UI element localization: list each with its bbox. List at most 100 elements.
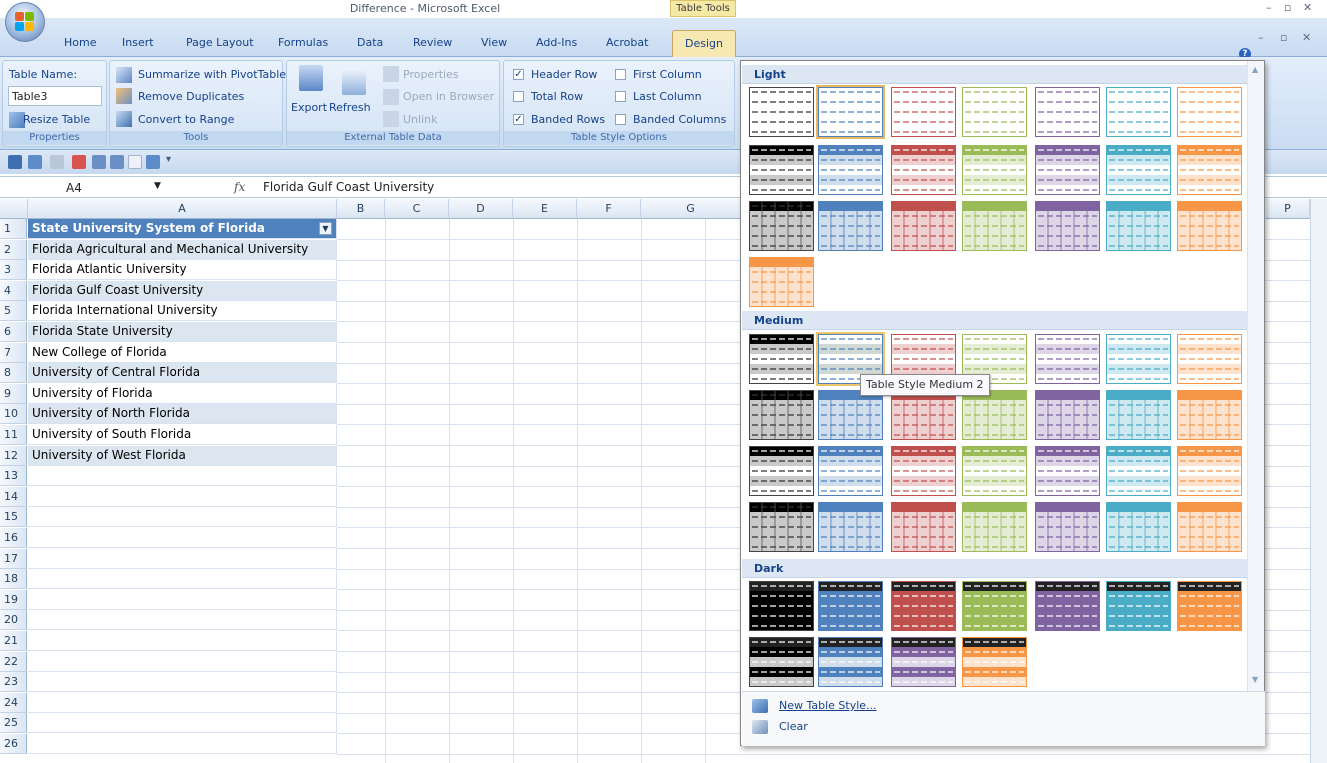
table-style-medium-swatch[interactable] [1106, 446, 1171, 496]
table-style-medium-swatch[interactable] [1035, 334, 1100, 384]
table-style-medium-swatch[interactable] [891, 502, 956, 552]
cell[interactable] [28, 569, 337, 589]
table-style-medium-swatch[interactable] [962, 502, 1027, 552]
insert-function-icon[interactable]: fx [234, 180, 245, 194]
table-style-light-swatch[interactable] [962, 201, 1027, 251]
tab-add-ins[interactable]: Add-Ins [536, 36, 577, 49]
row-header[interactable]: 5 [0, 301, 27, 321]
office-button[interactable] [5, 2, 45, 42]
cell[interactable] [28, 631, 337, 651]
row-header[interactable]: 18 [0, 569, 27, 589]
select-all-corner[interactable] [0, 199, 28, 219]
tab-view[interactable]: View [481, 36, 507, 49]
table-style-medium-swatch[interactable] [818, 446, 883, 496]
cell[interactable] [28, 507, 337, 527]
table-style-light-swatch[interactable] [891, 201, 956, 251]
table-cell[interactable]: Florida Gulf Coast University [28, 281, 337, 301]
table-style-medium-swatch[interactable] [818, 390, 883, 440]
table-style-light-swatch[interactable] [891, 145, 956, 195]
table-style-light-swatch[interactable] [1106, 145, 1171, 195]
tab-acrobat[interactable]: Acrobat [606, 36, 648, 49]
cell[interactable] [28, 713, 337, 733]
tab-insert[interactable]: Insert [122, 36, 154, 49]
redo-icon[interactable] [50, 155, 64, 169]
tab-design[interactable]: Design [672, 30, 736, 57]
table-style-light-swatch[interactable] [816, 85, 885, 139]
row-header[interactable]: 22 [0, 652, 27, 672]
column-header-a[interactable]: A [28, 199, 337, 219]
cell[interactable] [28, 693, 337, 713]
table-cell[interactable]: University of West Florida [28, 446, 337, 466]
refresh-button[interactable]: Refresh [329, 101, 371, 114]
close-icon[interactable]: ✕ [1303, 1, 1312, 14]
filter-dropdown-icon[interactable]: ▼ [319, 222, 332, 235]
table-style-medium-swatch[interactable] [749, 334, 814, 384]
banded-columns-checkbox[interactable] [615, 114, 626, 125]
row-header[interactable]: 4 [0, 281, 27, 301]
row-header[interactable]: 16 [0, 528, 27, 548]
row-header[interactable]: 21 [0, 631, 27, 651]
column-header-b[interactable]: B [337, 199, 385, 219]
total-row-checkbox[interactable] [513, 91, 524, 102]
row-header[interactable]: 3 [0, 260, 27, 280]
table-cell[interactable]: University of Florida [28, 384, 337, 404]
row-header[interactable]: 26 [0, 734, 27, 754]
cell[interactable] [28, 528, 337, 548]
table-style-light-swatch[interactable] [1177, 145, 1242, 195]
table-style-light-swatch[interactable] [749, 201, 814, 251]
table-style-dark-swatch[interactable] [891, 637, 956, 687]
table-style-medium-swatch[interactable] [962, 446, 1027, 496]
table-style-medium-swatch[interactable] [1177, 502, 1242, 552]
external-properties-button[interactable]: Properties [403, 68, 459, 81]
table-style-light-swatch[interactable] [1106, 201, 1171, 251]
table-style-dark-swatch[interactable] [891, 581, 956, 631]
formula-input[interactable]: Florida Gulf Coast University [263, 180, 434, 194]
row-header[interactable]: 11 [0, 425, 27, 445]
tab-home[interactable]: Home [64, 36, 96, 49]
save-icon[interactable] [8, 155, 22, 169]
workbook-minimize-icon[interactable]: – [1258, 31, 1264, 44]
row-header[interactable]: 1 [0, 219, 27, 239]
summarize-pivot-button[interactable]: Summarize with PivotTable [138, 68, 286, 81]
table-style-dark-swatch[interactable] [1177, 581, 1242, 631]
column-header-f[interactable]: F [577, 199, 641, 219]
table-style-medium-swatch[interactable] [749, 446, 814, 496]
remove-duplicates-button[interactable]: Remove Duplicates [138, 90, 244, 103]
cell[interactable] [28, 549, 337, 569]
tab-data[interactable]: Data [357, 36, 383, 49]
row-header[interactable]: 20 [0, 610, 27, 630]
table-style-medium-swatch[interactable] [962, 390, 1027, 440]
column-header-p[interactable]: P [1266, 199, 1310, 219]
row-header[interactable]: 24 [0, 693, 27, 713]
scroll-down-icon[interactable]: ▼ [1252, 675, 1258, 684]
cell[interactable] [28, 610, 337, 630]
table-style-medium-swatch[interactable] [749, 390, 814, 440]
table-style-dark-swatch[interactable] [818, 637, 883, 687]
restore-icon[interactable]: ▫ [1284, 1, 1291, 14]
sort-descending-icon[interactable] [110, 155, 124, 169]
undo-icon[interactable] [28, 155, 42, 169]
cell[interactable] [28, 590, 337, 610]
sort-ascending-icon[interactable] [92, 155, 106, 169]
banded-rows-checkbox[interactable]: ✓ [513, 114, 524, 125]
table-style-light-swatch[interactable] [962, 145, 1027, 195]
convert-to-range-button[interactable]: Convert to Range [138, 113, 234, 126]
table-style-medium-swatch[interactable] [1035, 502, 1100, 552]
column-header-g[interactable]: G [641, 199, 741, 219]
tab-formulas[interactable]: Formulas [278, 36, 328, 49]
table-cell[interactable]: Florida Atlantic University [28, 260, 337, 280]
customize-qat-icon[interactable]: ▾ [166, 154, 174, 168]
table-style-light-swatch[interactable] [1177, 87, 1242, 137]
column-header-e[interactable]: E [513, 199, 577, 219]
table-style-dark-swatch[interactable] [962, 581, 1027, 631]
table-style-light-swatch[interactable] [749, 87, 814, 137]
chart-icon[interactable] [146, 155, 160, 169]
scroll-up-icon[interactable]: ▲ [1252, 65, 1258, 74]
table-style-dark-swatch[interactable] [1035, 581, 1100, 631]
row-header[interactable]: 15 [0, 507, 27, 527]
table-style-medium-swatch[interactable] [1035, 390, 1100, 440]
row-header[interactable]: 19 [0, 590, 27, 610]
clear-button[interactable]: Clear [779, 720, 808, 733]
table-style-light-swatch[interactable] [1035, 145, 1100, 195]
table-style-medium-swatch[interactable] [1177, 446, 1242, 496]
